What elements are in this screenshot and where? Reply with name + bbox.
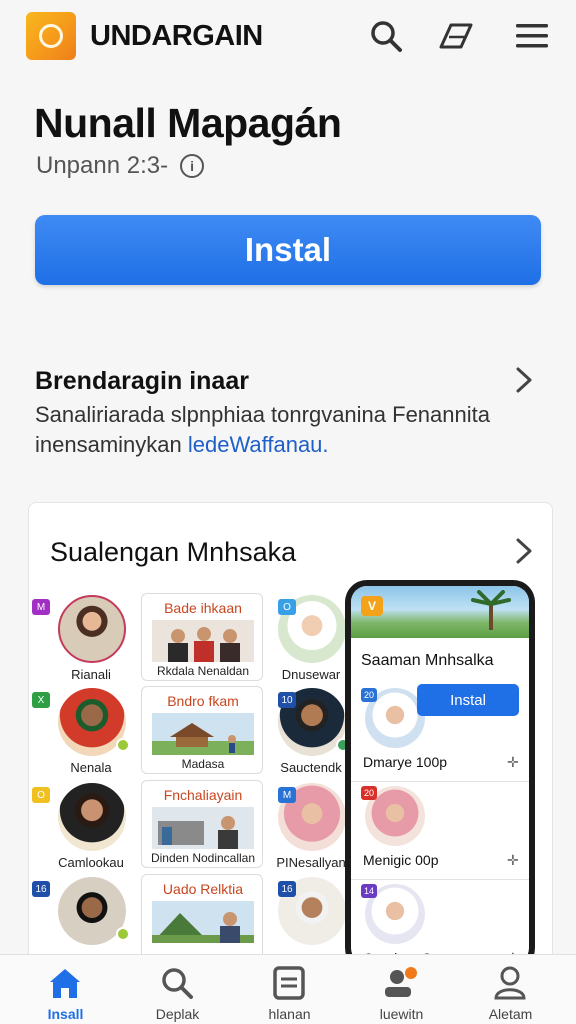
- phone-list-item[interactable]: 20 Menigic 00p ✛: [351, 782, 529, 880]
- grid-banner[interactable]: Bndro fkam Madasa: [141, 686, 263, 774]
- banner-image: [152, 807, 254, 849]
- nav-label: Insall: [47, 1006, 84, 1022]
- add-icon[interactable]: ✛: [507, 754, 519, 771]
- person-icon: [494, 966, 526, 1000]
- palm-tree-icon: [471, 590, 511, 630]
- banner-image: [152, 901, 254, 943]
- nav-label: Aletam: [488, 1006, 533, 1022]
- app-logo: [26, 12, 76, 60]
- showcase-title: Sualengan Mnhsaka: [50, 537, 297, 567]
- grid-badge: 10: [278, 692, 296, 708]
- description-link[interactable]: ledeWaffanau.: [188, 432, 329, 457]
- banner-title: Uado Relktia: [162, 881, 244, 897]
- grid-banner[interactable]: Bade ihkaan Rkdala Nenaldan: [141, 593, 263, 681]
- grid-badge: M: [278, 787, 296, 803]
- info-icon[interactable]: i: [180, 154, 205, 178]
- app-name: UNDARGAIN: [90, 20, 263, 52]
- nav-item-person[interactable]: Aletam: [453, 955, 568, 1024]
- phone-badge: 20: [361, 786, 377, 800]
- phone-banner-image: V: [351, 586, 529, 638]
- grid-item[interactable]: X Nenala: [30, 688, 152, 775]
- phone-mockup: V Saaman Mnhsalka 20 Dmarye 100p ✛ 20 Me…: [345, 580, 535, 970]
- banner-label: Madasa: [181, 757, 225, 771]
- phone-install-button[interactable]: Instal: [417, 684, 519, 716]
- description-title: Brendaragin inaar: [35, 367, 249, 395]
- phone-badge: 14: [361, 884, 377, 898]
- nav-label: Deplak: [155, 1006, 200, 1022]
- banner-label: Dinden Nodincallan: [150, 851, 256, 865]
- phone-badge: 20: [361, 688, 377, 702]
- phone-list-item[interactable]: 14 Oundrua Ga ✛: [351, 880, 529, 964]
- avatar: [58, 783, 126, 851]
- home-icon: [50, 969, 80, 998]
- document-icon: [273, 966, 305, 1000]
- grid-item-label: Camlookau: [58, 855, 124, 870]
- tag-icon[interactable]: [436, 16, 476, 56]
- nav-item-install[interactable]: Insall: [8, 955, 123, 1024]
- nav-item-search[interactable]: Deplak: [120, 955, 235, 1024]
- grid-item[interactable]: O Camlookau: [30, 783, 152, 870]
- banner-image: [152, 620, 254, 662]
- search-icon[interactable]: [366, 16, 406, 56]
- add-icon[interactable]: ✛: [507, 852, 519, 869]
- page-title: Nunall Mapagán: [34, 100, 342, 146]
- profile-card-icon: [385, 967, 417, 997]
- grid-badge: O: [32, 787, 50, 803]
- search-icon: [162, 968, 193, 999]
- install-button[interactable]: Instal: [35, 215, 541, 285]
- banner-title: Bade ihkaan: [164, 600, 242, 616]
- status-dot: [116, 927, 130, 941]
- grid-item-label: Nenala: [70, 760, 112, 775]
- banner-label: Rkdala Nenaldan: [156, 664, 250, 678]
- avatar: [58, 595, 126, 663]
- phone-item-name: Menigic 00p: [363, 852, 439, 868]
- grid-badge: M: [32, 599, 50, 615]
- grid-badge: 16: [278, 881, 296, 897]
- menu-icon[interactable]: [512, 16, 552, 56]
- grid-badge: O: [278, 599, 296, 615]
- grid-badge: 16: [32, 881, 50, 897]
- grid-item[interactable]: 16: [30, 877, 152, 962]
- subtitle-text: Unpann 2:3-: [36, 152, 169, 179]
- chevron-right-icon[interactable]: [514, 537, 534, 565]
- nav-label: luewitn: [379, 1006, 424, 1022]
- grid-banner[interactable]: Fnchaliayain Dinden Nodincallan: [141, 780, 263, 868]
- nav-label: hlanan: [268, 1006, 311, 1022]
- grid-badge: X: [32, 692, 50, 708]
- status-dot: [116, 738, 130, 752]
- banner-image: [152, 713, 254, 755]
- nav-item-profile-card[interactable]: luewitn: [344, 955, 459, 1024]
- nav-item-document[interactable]: hlanan: [232, 955, 347, 1024]
- banner-title: Bndro fkam: [167, 693, 239, 709]
- grid-item[interactable]: M Rianali: [30, 595, 152, 682]
- grid-item-label: Rianali: [71, 667, 111, 682]
- phone-app-icon: V: [361, 596, 383, 616]
- app-subtitle: Unpann 2:3- i: [36, 152, 205, 180]
- phone-title: Saaman Mnhsalka: [361, 652, 494, 669]
- phone-item-name: Dmarye 100p: [363, 754, 448, 770]
- chevron-right-icon[interactable]: [514, 366, 534, 394]
- description-text: Sanaliriarada slpnphiaa tonrgvanina Fena…: [35, 400, 525, 460]
- bottom-nav: Insall Deplak hlanan luewitn Aletam: [0, 954, 576, 1024]
- top-bar: UNDARGAIN: [0, 0, 576, 78]
- grid-banner[interactable]: Uado Relktia: [141, 874, 263, 962]
- banner-title: Fnchaliayain: [163, 787, 243, 803]
- phone-screen: V Saaman Mnhsalka 20 Dmarye 100p ✛ 20 Me…: [351, 586, 529, 964]
